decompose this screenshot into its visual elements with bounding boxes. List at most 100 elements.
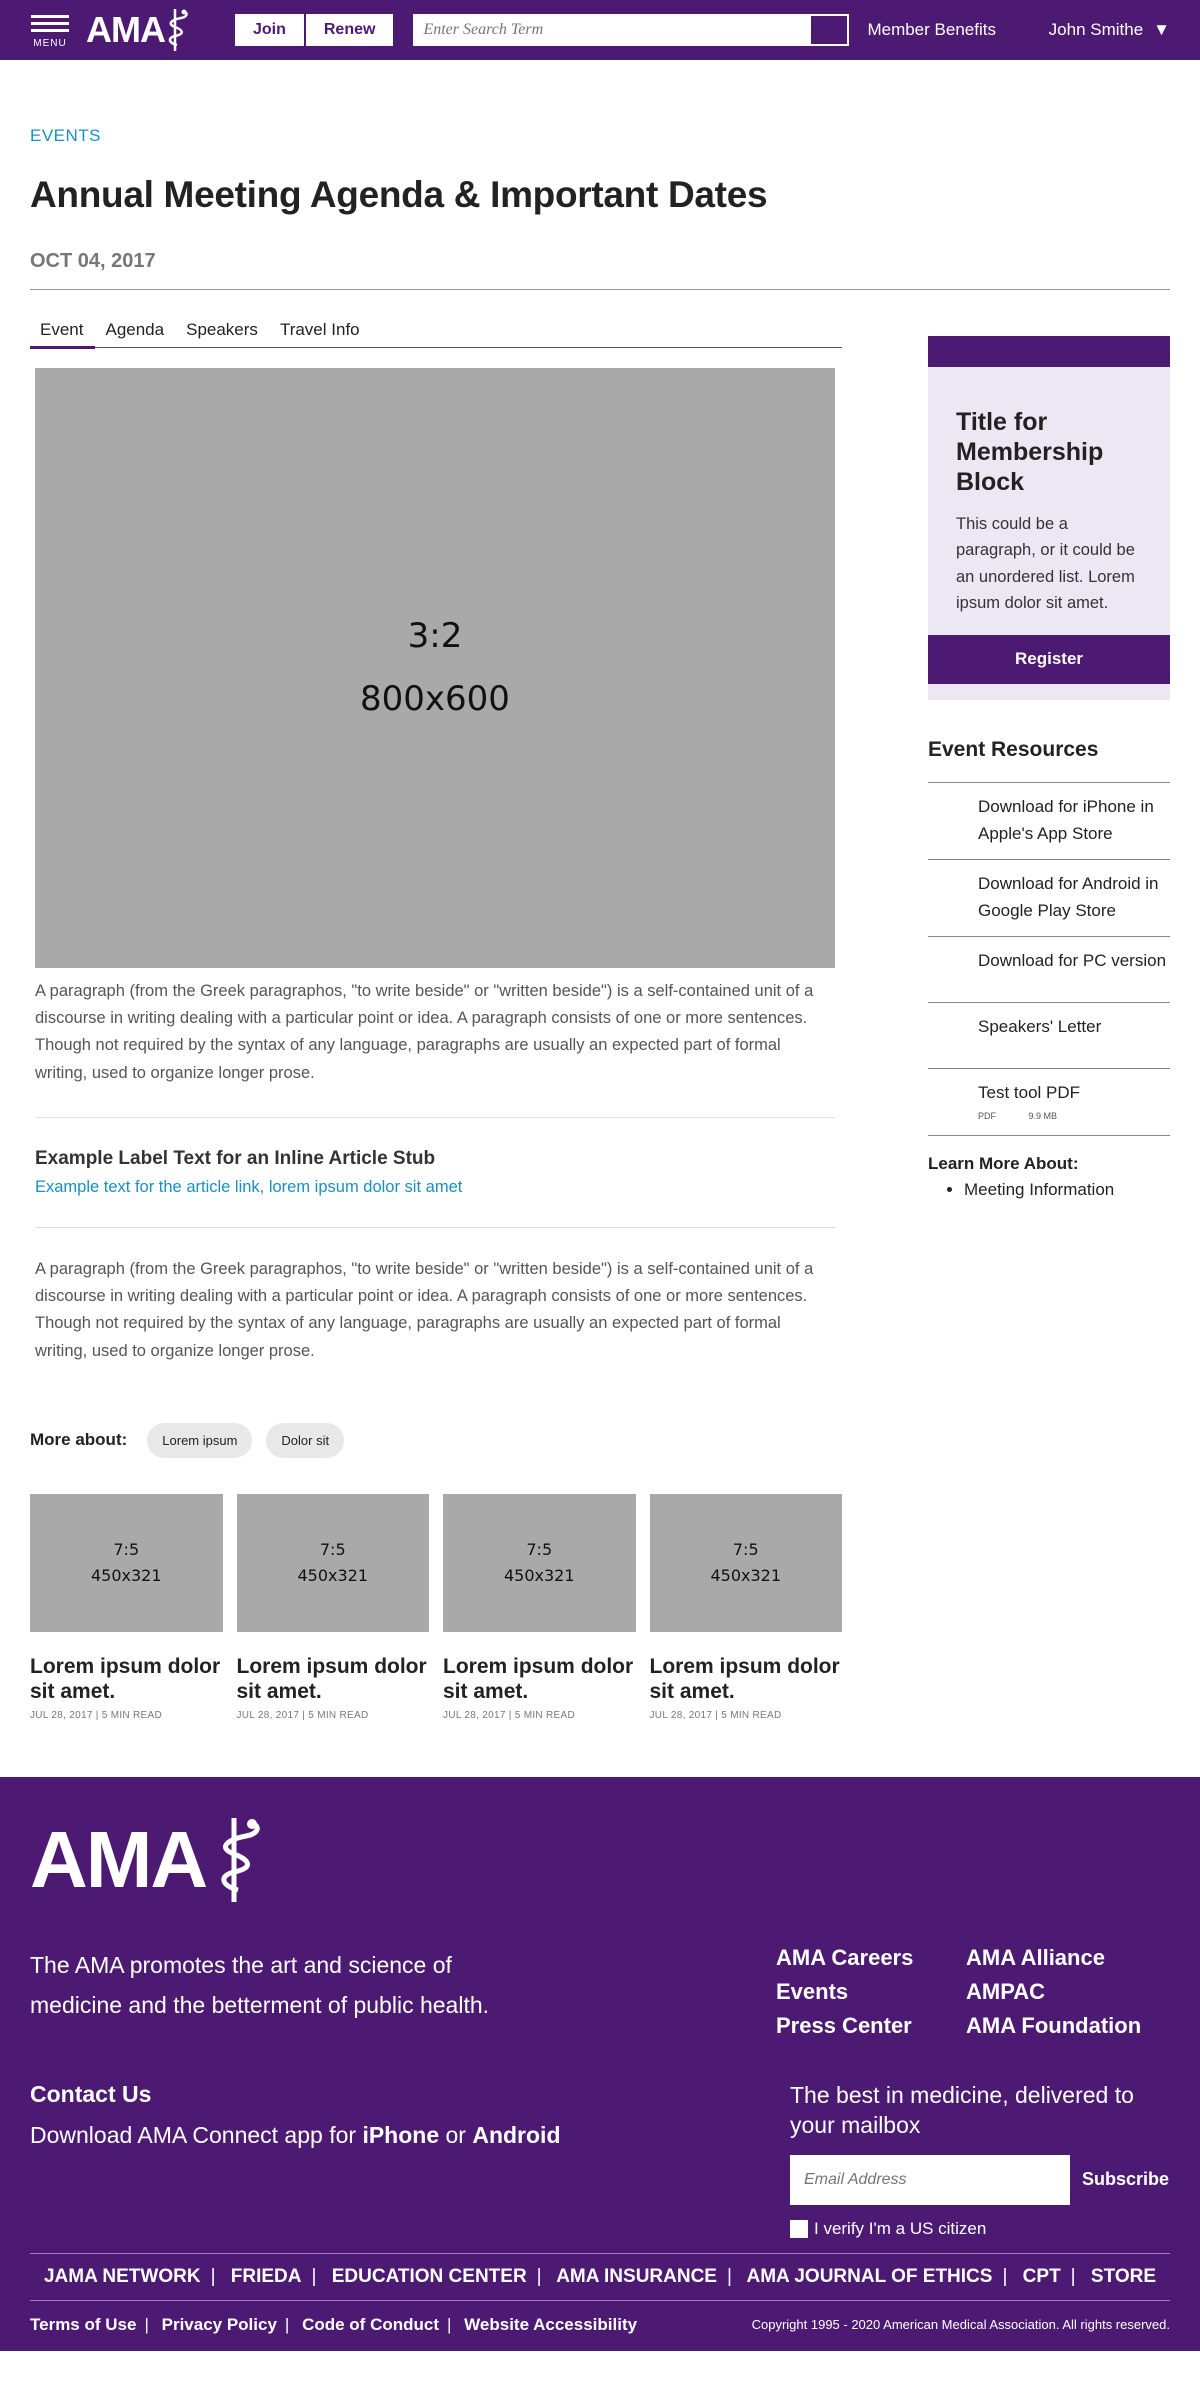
card-title[interactable]: Lorem ipsum dolor sit amet. bbox=[650, 1654, 843, 1704]
membership-block: Title for Membership Block This could be… bbox=[928, 336, 1170, 700]
contact-prefix: Download AMA Connect app for bbox=[30, 2122, 357, 2149]
footer-logo[interactable]: AMA bbox=[30, 1807, 1170, 1913]
card-meta: JUL 28, 2017 | 5 MIN READ bbox=[236, 1710, 369, 1722]
card-title[interactable]: Lorem ipsum dolor sit amet. bbox=[443, 1654, 636, 1704]
learn-more-item[interactable]: Meeting Information bbox=[964, 1180, 1170, 1200]
card-image-size: 450x321 bbox=[297, 1565, 369, 1585]
card-image-placeholder: 7:5 450x321 bbox=[236, 1493, 429, 1632]
search-button[interactable] bbox=[811, 16, 848, 44]
android-link[interactable]: Android bbox=[472, 2122, 560, 2148]
iphone-link[interactable]: iPhone bbox=[362, 2122, 439, 2148]
footer-link-ampac[interactable]: AMPAC bbox=[966, 1979, 1156, 2005]
footer-mission: The AMA promotes the art and science of … bbox=[30, 1952, 490, 2019]
divider bbox=[35, 1116, 835, 1118]
menu-label: MENU bbox=[33, 38, 67, 49]
us-citizen-verify[interactable]: I verify I'm a US citizen bbox=[790, 2219, 1170, 2239]
footer-link-alliance[interactable]: AMA Alliance bbox=[966, 1945, 1156, 1971]
card-image-size: 450x321 bbox=[503, 1565, 575, 1585]
card-title[interactable]: Lorem ipsum dolor sit amet. bbox=[30, 1654, 223, 1704]
resource-link-pc[interactable]: Download for PC version bbox=[928, 937, 1170, 1004]
newsletter-form: Subscribe bbox=[790, 2154, 1170, 2205]
user-menu[interactable]: John Smithe ▼ bbox=[1049, 20, 1170, 40]
newsletter-signup: The best in medicine, delivered to your … bbox=[790, 2081, 1170, 2239]
inline-article-stub: Example Label Text for an Inline Article… bbox=[35, 1148, 842, 1197]
website-accessibility-link[interactable]: Website Accessibility bbox=[464, 2315, 637, 2334]
privacy-policy-link[interactable]: Privacy Policy bbox=[162, 2315, 277, 2334]
card-title[interactable]: Lorem ipsum dolor sit amet. bbox=[237, 1654, 430, 1704]
hamburger-icon bbox=[31, 11, 69, 36]
card-image-ratio: 7:5 bbox=[526, 1540, 553, 1560]
contact-us-link[interactable]: Contact Us bbox=[30, 2081, 561, 2108]
terms-of-use-link[interactable]: Terms of Use bbox=[30, 2315, 136, 2334]
resource-link-pdf[interactable]: Test tool PDF PDF 9.9 MB bbox=[928, 1069, 1170, 1136]
join-button[interactable]: Join bbox=[234, 14, 304, 46]
card-image-placeholder: 7:5 450x321 bbox=[443, 1493, 636, 1632]
footer-link-careers[interactable]: AMA Careers bbox=[776, 1945, 966, 1971]
contact-or: or bbox=[445, 2122, 466, 2149]
nav-cpt[interactable]: CPT bbox=[1023, 2266, 1061, 2287]
legal-links: Terms of Use | Privacy Policy | Code of Co… bbox=[30, 2314, 638, 2334]
resource-link-android[interactable]: Download for Android in Google Play Stor… bbox=[928, 860, 1170, 938]
caret-down-icon: ▼ bbox=[1153, 20, 1170, 39]
ama-logo[interactable]: AMA bbox=[86, 7, 191, 53]
nav-ama-insurance[interactable]: AMA INSURANCE bbox=[556, 2266, 717, 2287]
related-card[interactable]: 7:5 450x321 Lorem ipsum dolor sit amet. … bbox=[443, 1493, 636, 1721]
file-size: 9.9 MB bbox=[1028, 1110, 1058, 1121]
body-paragraph: A paragraph (from the Greek paragraphos,… bbox=[35, 1259, 814, 1360]
category-eyebrow[interactable]: EVENTS bbox=[30, 126, 1170, 146]
user-name: John Smithe bbox=[1048, 20, 1144, 39]
footer-link-foundation[interactable]: AMA Foundation bbox=[966, 2013, 1156, 2039]
footer-link-press-center[interactable]: Press Center bbox=[776, 2013, 966, 2039]
footer-link-events[interactable]: Events bbox=[776, 1979, 966, 2005]
nav-jama-network[interactable]: JAMA NETWORK bbox=[44, 2266, 201, 2287]
tag-pill[interactable]: Lorem ipsum bbox=[147, 1422, 253, 1458]
card-image-ratio: 7:5 bbox=[732, 1540, 759, 1560]
nav-store[interactable]: STORE bbox=[1091, 2266, 1156, 2287]
sidebar: Title for Membership Block This could be… bbox=[928, 336, 1170, 1721]
related-card[interactable]: 7:5 450x321 Lorem ipsum dolor sit amet. … bbox=[236, 1493, 430, 1722]
email-field[interactable] bbox=[790, 2154, 1070, 2205]
logo-text: AMA bbox=[86, 9, 166, 50]
tab-travel-info[interactable]: Travel Info bbox=[270, 316, 372, 347]
learn-more-title: Learn More About: bbox=[928, 1153, 1079, 1173]
more-about-label: More about: bbox=[30, 1430, 128, 1450]
subscribe-button[interactable]: Subscribe bbox=[1082, 2169, 1169, 2190]
site-header: MENU AMA Join Renew Member Benefits John… bbox=[0, 0, 1200, 60]
hero-ratio: 3:2 bbox=[407, 616, 463, 657]
tab-speakers[interactable]: Speakers bbox=[176, 316, 270, 347]
resource-link-speakers-letter[interactable]: Speakers' Letter bbox=[928, 1003, 1170, 1070]
resource-link-iphone[interactable]: Download for iPhone in Apple's App Store bbox=[928, 783, 1170, 860]
resource-pdf-label: Test tool PDF bbox=[978, 1083, 1081, 1103]
tab-agenda[interactable]: Agenda bbox=[95, 316, 176, 347]
page-title: Annual Meeting Agenda & Important Dates bbox=[30, 174, 768, 215]
card-image-placeholder: 7:5 450x321 bbox=[30, 1493, 223, 1632]
related-card[interactable]: 7:5 450x321 Lorem ipsum dolor sit amet. … bbox=[649, 1493, 843, 1721]
newsletter-title: The best in medicine, delivered to your … bbox=[790, 2082, 1134, 2139]
menu-button[interactable]: MENU bbox=[30, 11, 70, 49]
event-tabs: Event Agenda Speakers Travel Info bbox=[30, 316, 842, 349]
article-header: EVENTS Annual Meeting Agenda & Important… bbox=[0, 126, 1200, 290]
hero-image-placeholder: 3:2 800x600 bbox=[35, 368, 835, 968]
card-image-ratio: 7:5 bbox=[113, 1540, 140, 1560]
content-area: Event Agenda Speakers Travel Info 3:2 80… bbox=[0, 316, 1200, 1721]
tab-event[interactable]: Event bbox=[30, 316, 96, 349]
renew-button[interactable]: Renew bbox=[305, 14, 394, 46]
nav-education-center[interactable]: EDUCATION CENTER bbox=[332, 2266, 527, 2287]
card-image-size: 450x321 bbox=[90, 1565, 162, 1585]
more-about-tags: More about: Lorem ipsum Dolor sit bbox=[30, 1422, 842, 1458]
nav-journal-of-ethics[interactable]: AMA JOURNAL OF ETHICS bbox=[747, 2266, 993, 2287]
card-image-placeholder: 7:5 450x321 bbox=[649, 1493, 842, 1632]
verify-checkbox[interactable] bbox=[790, 2219, 808, 2238]
code-of-conduct-link[interactable]: Code of Conduct bbox=[302, 2315, 439, 2334]
stub-link[interactable]: Example text for the article link, lorem… bbox=[35, 1178, 842, 1197]
hero-size: 800x600 bbox=[360, 679, 510, 719]
nav-frieda[interactable]: FRIEDA bbox=[231, 2266, 302, 2287]
tag-pill[interactable]: Dolor sit bbox=[266, 1422, 345, 1458]
register-button[interactable]: Register bbox=[928, 634, 1170, 684]
search-input[interactable] bbox=[415, 16, 812, 44]
caduceus-icon bbox=[221, 1818, 260, 1903]
member-benefits-link[interactable]: Member Benefits bbox=[867, 20, 996, 40]
contact-section: Contact Us Download AMA Connect app for … bbox=[30, 2081, 561, 2239]
related-card[interactable]: 7:5 450x321 Lorem ipsum dolor sit amet. … bbox=[30, 1493, 223, 1721]
event-resources-title: Event Resources bbox=[928, 738, 1170, 783]
